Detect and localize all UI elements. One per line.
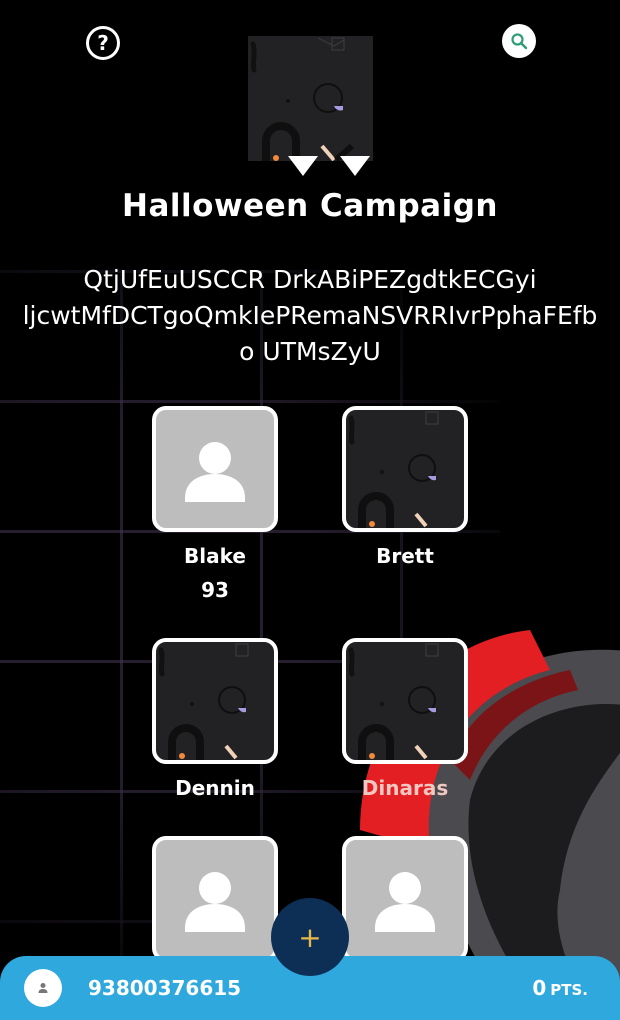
pattern-avatar-image xyxy=(158,643,249,760)
search-button[interactable] xyxy=(502,24,536,58)
avatar xyxy=(342,836,468,962)
member-score: 93 xyxy=(201,578,229,602)
avatar xyxy=(342,406,468,532)
member-card-dennin[interactable]: Dennin xyxy=(120,638,310,810)
member-card-blake[interactable]: Blake 93 xyxy=(120,406,310,602)
user-avatar[interactable] xyxy=(24,969,62,1007)
user-id: 93800376615 xyxy=(88,976,242,1000)
search-icon xyxy=(511,33,528,50)
points-unit: PTS. xyxy=(550,981,588,999)
member-name: Brett xyxy=(376,544,434,568)
campaign-logo xyxy=(248,36,373,161)
help-button[interactable]: ? xyxy=(86,26,120,60)
description-line: o UTMsZyU xyxy=(239,337,381,366)
campaign-title: Halloween Campaign xyxy=(122,188,498,224)
user-silhouette-icon xyxy=(185,872,245,932)
user-silhouette-icon xyxy=(185,442,245,502)
avatar xyxy=(342,638,468,764)
question-circle-icon: ? xyxy=(97,31,109,55)
member-card-dinaras[interactable]: Dinaras xyxy=(310,638,500,810)
add-button[interactable]: + xyxy=(271,898,349,976)
member-name: Dinaras xyxy=(361,776,449,800)
points-display: 0 PTS. xyxy=(532,976,588,1000)
description-line: ljcwtMfDCTgoQmkIePRemaNSVRRIvrPphaFEfb xyxy=(22,301,598,330)
member-card-brett[interactable]: Brett xyxy=(310,406,500,578)
avatar xyxy=(152,836,278,962)
member-name: Dennin xyxy=(175,776,255,800)
member-name: Blake xyxy=(184,544,246,568)
description-line: QtjUfEuUSCCR DrkABiPEZgdtkECGyi xyxy=(83,265,537,294)
points-value: 0 xyxy=(532,976,547,1000)
plus-icon: + xyxy=(298,920,322,954)
user-icon xyxy=(38,983,48,993)
campaign-description: QtjUfEuUSCCR DrkABiPEZgdtkECGyi ljcwtMfD… xyxy=(0,262,620,370)
user-silhouette-icon xyxy=(375,872,435,932)
pattern-avatar-image xyxy=(348,411,439,528)
pattern-avatar-image xyxy=(348,643,439,760)
avatar xyxy=(152,638,278,764)
avatar xyxy=(152,406,278,532)
